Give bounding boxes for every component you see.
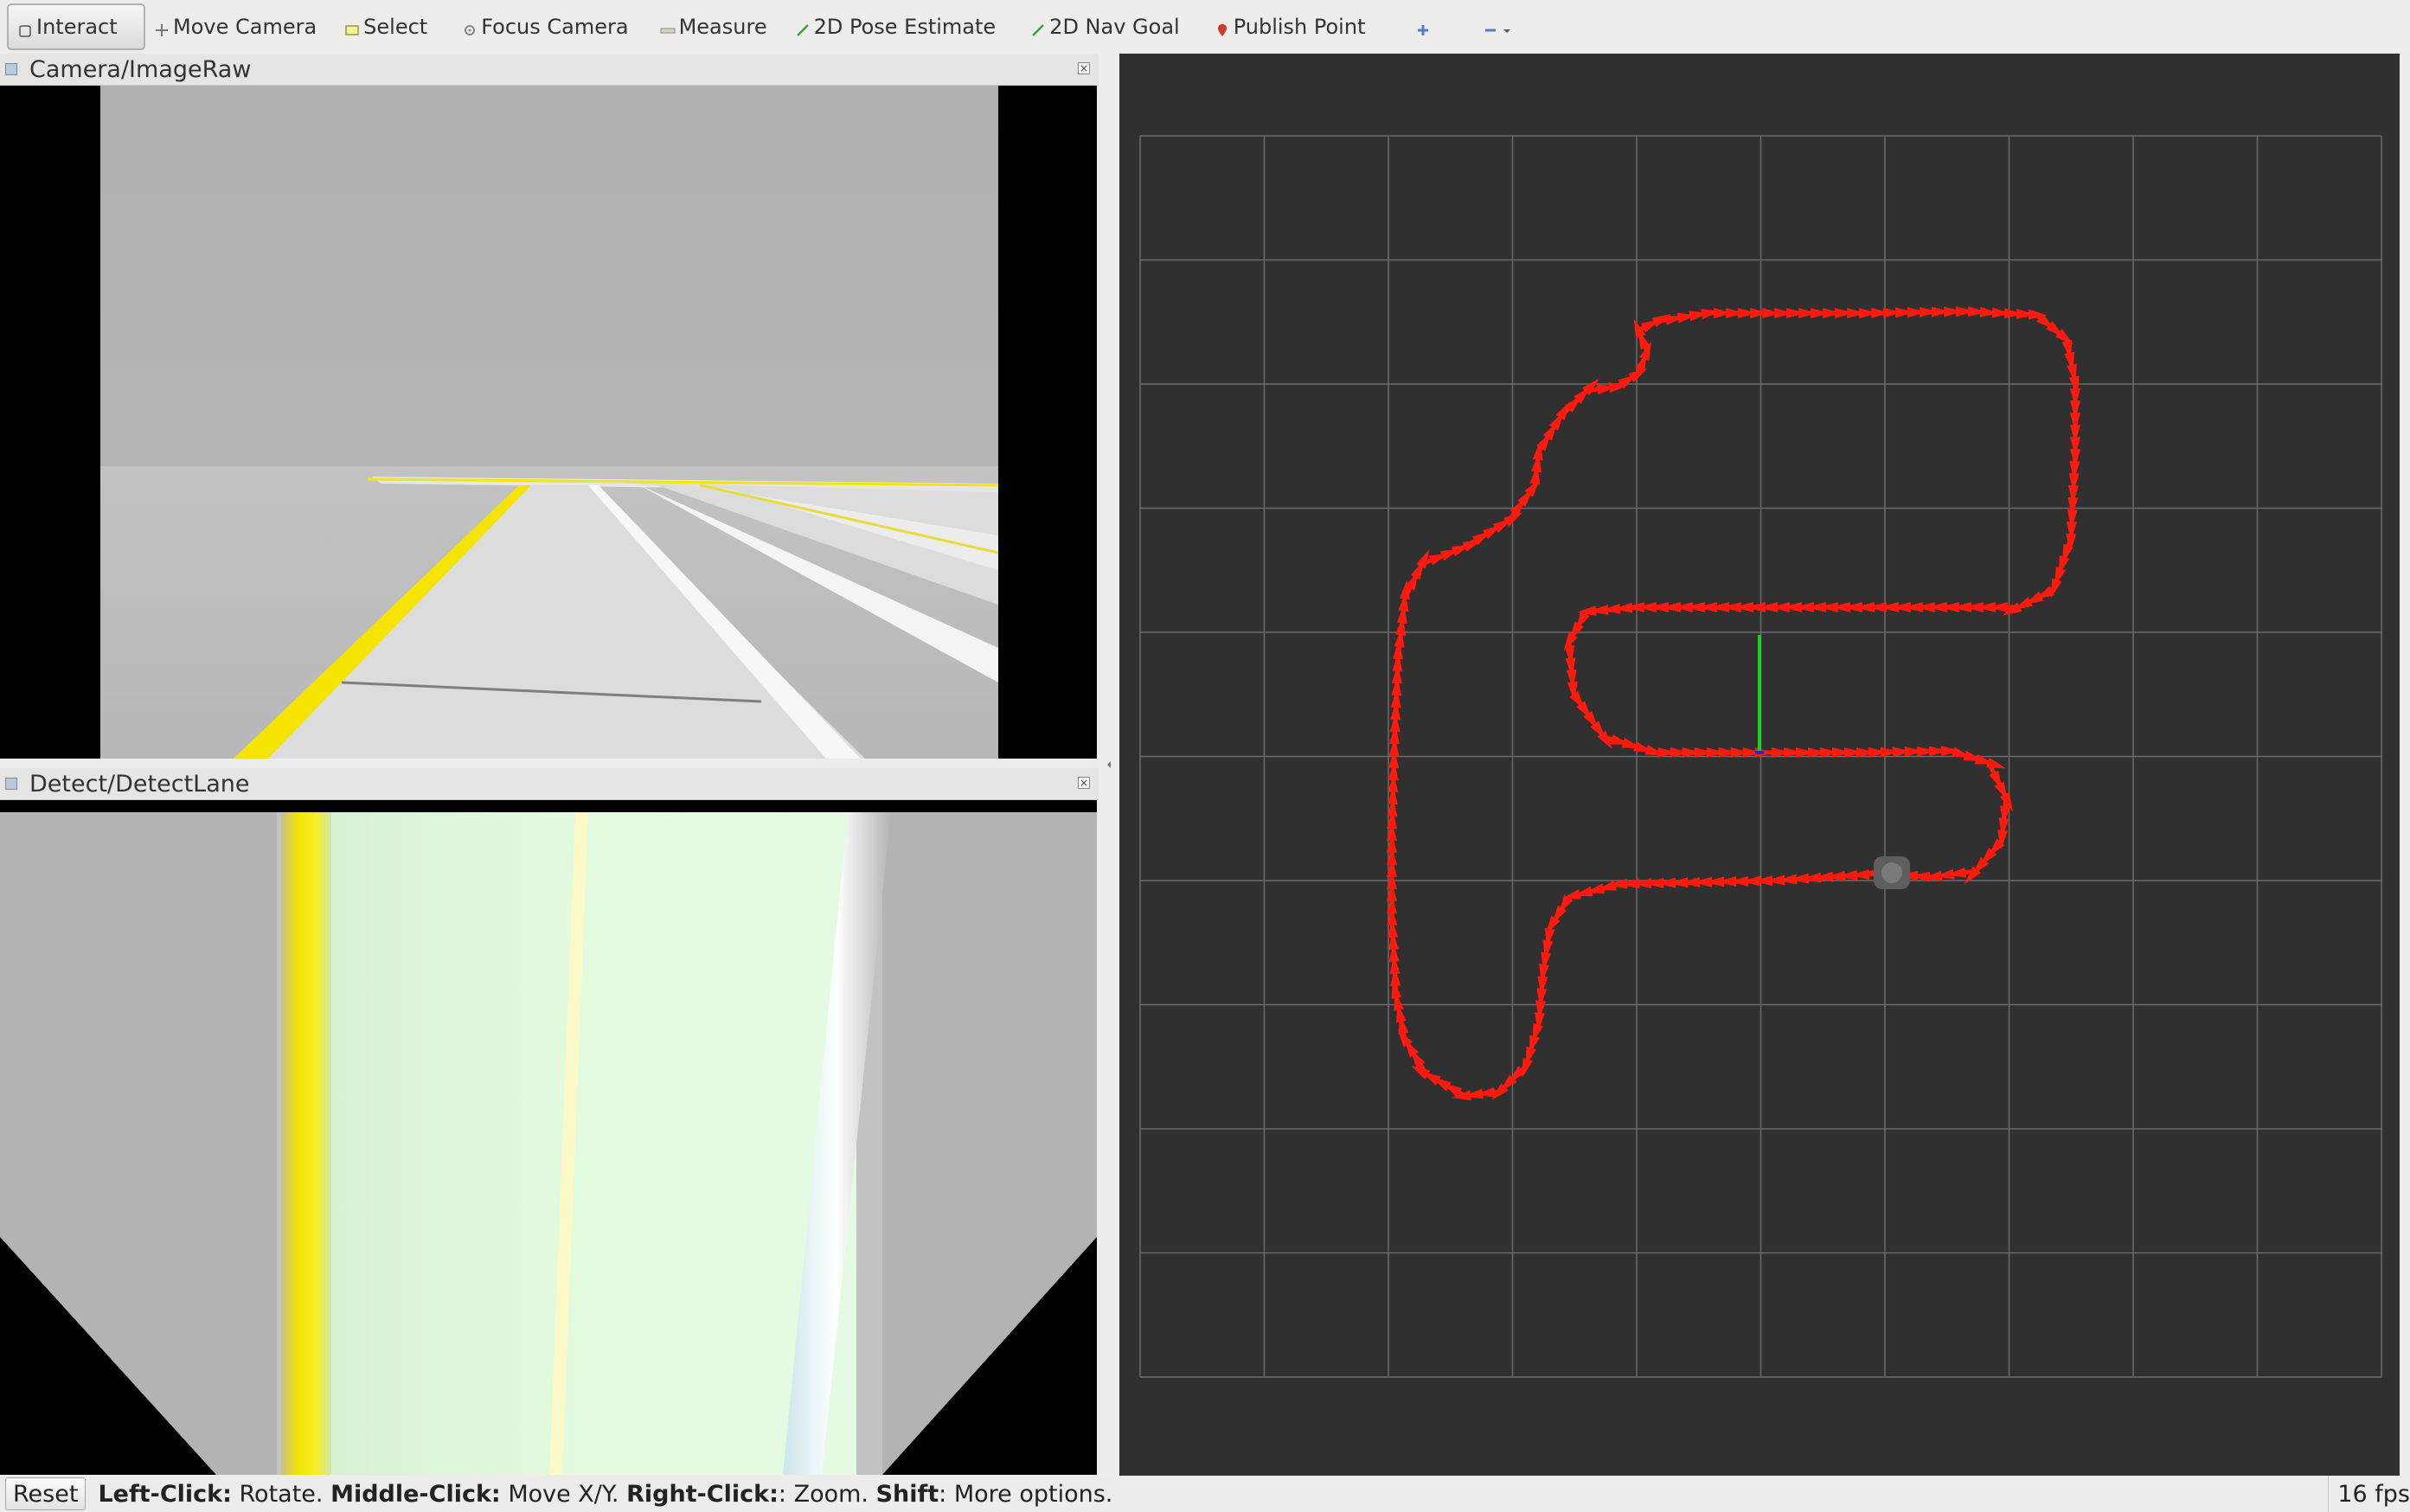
measure-label: Measure [678, 15, 767, 39]
rviz-canvas [1139, 135, 2382, 1378]
fps-counter: 16 fps [2328, 1476, 2410, 1512]
pose-estimate-label: 2D Pose Estimate [813, 15, 997, 39]
move-camera-icon [154, 19, 170, 36]
remove-tool-button[interactable] [1477, 3, 1521, 50]
hint-left-click-text: Rotate. [239, 1480, 324, 1508]
select-icon [344, 19, 360, 35]
hint-right-click-key: Right-Click: [626, 1480, 779, 1508]
undock-icon[interactable] [5, 63, 17, 75]
select-tool-button[interactable]: Select [336, 3, 439, 50]
hint-left-click-key: Left-Click: [98, 1480, 232, 1508]
reset-button[interactable]: Reset [5, 1477, 87, 1510]
undock-icon[interactable] [5, 778, 17, 790]
robot-model [1874, 856, 1910, 889]
panel-splitter[interactable] [1099, 54, 1119, 1476]
close-icon[interactable]: × [1078, 62, 1090, 74]
hint-shift-text: : More options. [939, 1480, 1113, 1508]
hint-shift-key: Shift [875, 1480, 939, 1508]
move-camera-label: Move Camera [173, 15, 317, 39]
close-icon[interactable]: × [1078, 777, 1090, 789]
hint-right-click-text: : Zoom. [778, 1480, 868, 1508]
camera-panel-titlebar[interactable]: Camera/ImageRaw × [0, 54, 1099, 86]
publish-point-icon [1215, 19, 1230, 36]
pose-estimate-icon [795, 19, 811, 36]
add-tool-button[interactable] [1407, 3, 1443, 50]
chevron-down-icon [1502, 19, 1512, 35]
path-line [1389, 309, 2078, 1099]
hint-middle-click-key: Middle-Click: [330, 1480, 501, 1508]
focus-camera-icon [462, 19, 478, 35]
hint-middle-click-text: Move X/Y. [508, 1480, 619, 1508]
nav-goal-icon [1030, 19, 1046, 36]
grid [1139, 135, 2382, 1378]
pose-arrow [1522, 1058, 1533, 1079]
detect-lane-view[interactable] [0, 800, 1097, 1475]
pose-arrow [1416, 549, 1430, 569]
nav-goal-label: 2D Nav Goal [1049, 15, 1180, 39]
interact-tool-button[interactable]: Interact [7, 3, 145, 50]
pose-arrow [1986, 757, 2006, 769]
publish-point-tool-button[interactable]: Publish Point [1206, 3, 1378, 50]
status-hint: Left-Click: Rotate. Middle-Click: Move X… [98, 1481, 1112, 1508]
toolbar: Interact Move Camera Select Focus Camera… [0, 0, 2410, 54]
focus-camera-label: Focus Camera [481, 15, 629, 39]
pose-array-path [1387, 306, 2080, 1101]
select-label: Select [363, 15, 428, 39]
bird-eye-frame [0, 800, 1097, 1475]
rviz-3d-view[interactable] [1119, 54, 2400, 1476]
interact-label: Interact [36, 15, 118, 39]
minus-icon [1483, 19, 1498, 35]
detect-panel-titlebar[interactable]: Detect/DetectLane × [0, 768, 1099, 800]
publish-point-label: Publish Point [1233, 15, 1366, 39]
move-camera-tool-button[interactable]: Move Camera [145, 3, 329, 50]
measure-tool-button[interactable]: Measure [651, 3, 779, 50]
pose-estimate-tool-button[interactable]: 2D Pose Estimate [786, 3, 1009, 50]
measure-icon [660, 19, 676, 35]
plus-icon [1415, 19, 1431, 35]
camera-frame [100, 86, 999, 759]
status-bar: Reset Left-Click: Rotate. Middle-Click: … [0, 1476, 2410, 1512]
camera-image-view[interactable] [0, 86, 1097, 759]
focus-camera-tool-button[interactable]: Focus Camera [453, 3, 640, 50]
interact-icon [17, 19, 33, 37]
camera-panel-title: Camera/ImageRaw [29, 55, 252, 83]
detect-panel-title: Detect/DetectLane [29, 770, 250, 798]
reset-label: Reset [13, 1480, 79, 1508]
image-panels: Camera/ImageRaw × Detect/DetectLane × [0, 54, 1099, 1475]
fps-value: 16 fps [2337, 1480, 2410, 1508]
nav-goal-tool-button[interactable]: 2D Nav Goal [1022, 3, 1192, 50]
